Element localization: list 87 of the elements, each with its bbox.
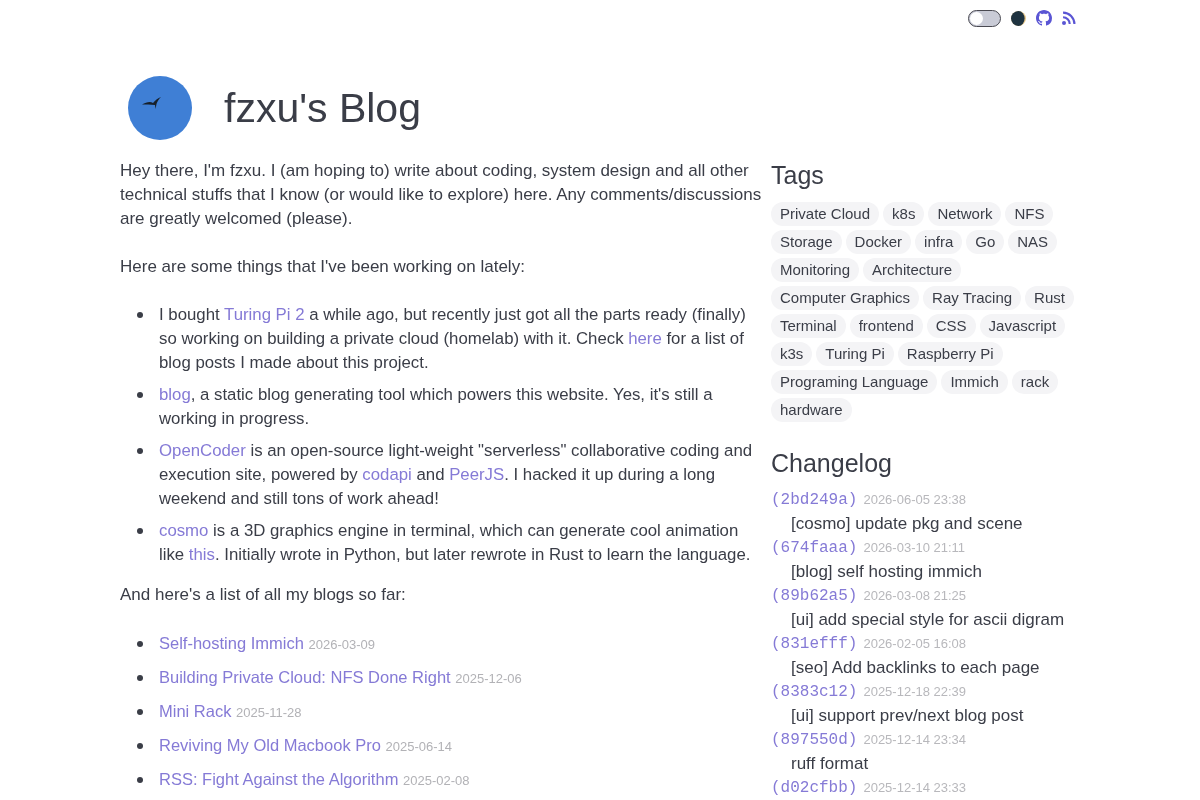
tag-link[interactable]: infra <box>915 230 963 254</box>
project-link[interactable]: cosmo <box>159 521 209 540</box>
tag-link[interactable]: Turing Pi <box>816 342 894 366</box>
commit-message: ruff format <box>790 753 870 775</box>
tag-link[interactable]: Raspberry Pi <box>897 342 1003 366</box>
blog-post-link[interactable]: Reviving My Old Macbook Pro <box>159 736 381 754</box>
tag-link[interactable]: NAS <box>1008 230 1058 254</box>
bird-avatar <box>128 76 192 140</box>
tag-link[interactable]: Docker <box>845 230 912 254</box>
bullet-icon <box>137 742 143 749</box>
commit-date: 2026-06-05 23:38 <box>863 491 967 509</box>
commit-date: 2025-12-18 22:39 <box>863 683 967 701</box>
github-icon[interactable] <box>1036 10 1052 26</box>
blog-post-link[interactable]: Self-hosting Immich <box>159 634 304 652</box>
project-link[interactable]: this <box>188 545 215 564</box>
projects-heading: Here are some things that I've been working on lately: <box>120 256 526 278</box>
commit-link[interactable]: (d02cfbb) <box>771 776 858 800</box>
tag-link[interactable]: Private Cloud <box>771 202 880 226</box>
post-date: 2025-11-28 <box>236 705 302 720</box>
tag-link[interactable]: Go <box>966 230 1005 254</box>
post-date: 2026-03-09 <box>308 637 375 652</box>
bullet-icon <box>137 708 143 715</box>
project-link[interactable]: codapi <box>362 465 412 484</box>
commit-date: 2026-03-08 21:25 <box>863 587 967 605</box>
tag-link[interactable]: Programing Language <box>771 370 938 394</box>
commit-date: 2026-03-10 21:11 <box>863 539 966 557</box>
bullet-icon <box>137 448 143 454</box>
intro-paragraph: Hey there, I'm fzxu. I (am hoping to) write about coding, system design and all other technical stuffs that I know (or would like to explore) here. Any comments/discussions are greatly welcomed (please). <box>120 160 763 230</box>
tag-link[interactable]: hardware <box>771 398 852 422</box>
tag-link[interactable]: Monitoring <box>771 258 860 282</box>
bullet-icon <box>137 312 143 318</box>
project-description: OpenCoder is an open-source light-weight "serverless" collaborative coding and execution site, powered by codapi and PeerJS. I hacked it up during a long weekend and still tons of work ahead! <box>159 440 754 510</box>
tag-link[interactable]: Ray Tracing <box>923 286 1022 310</box>
blog-post-link[interactable]: Mini Rack <box>159 702 232 720</box>
project-link[interactable]: blog <box>159 385 191 404</box>
commit-date: 2025-12-14 23:33 <box>863 779 967 797</box>
rss-icon[interactable] <box>1062 11 1076 25</box>
tag-link[interactable]: rack <box>1011 370 1059 394</box>
project-link[interactable]: here <box>628 329 662 348</box>
commit-date: 2025-12-14 23:34 <box>863 731 967 749</box>
bullet-icon <box>137 392 143 398</box>
project-description: cosmo is a 3D graphics engine in terminal, which can generate cool animation like this. Initially wrote in Python, but later rewrote in Rust to learn the language. <box>159 520 752 566</box>
commit-link[interactable]: (897550d) <box>771 728 858 752</box>
tag-link[interactable]: Rust <box>1025 286 1074 310</box>
commit-link[interactable]: (89b62a5) <box>771 584 858 608</box>
tag-link[interactable]: Storage <box>771 230 842 254</box>
bullet-icon <box>137 528 143 534</box>
project-description: I bought Turing Pi 2 a while ago, but recently just got all the parts ready (finally) so working on building a private cloud (homelab) with it. Check here for a list of blog posts I made about this project. <box>159 304 747 374</box>
changelog-heading: Changelog <box>771 448 893 479</box>
project-link[interactable]: Turing Pi 2 <box>224 305 305 324</box>
commit-link[interactable]: (674faaa) <box>771 536 858 560</box>
tag-link[interactable]: k8s <box>883 202 925 226</box>
tag-link[interactable]: Terminal <box>771 314 846 338</box>
commit-message: [blog] self hosting immich <box>790 561 983 583</box>
tag-link[interactable]: Network <box>928 202 1002 226</box>
bullet-icon <box>137 776 143 783</box>
commit-link[interactable]: (2bd249a) <box>771 488 858 512</box>
project-link[interactable]: PeerJS <box>449 465 505 484</box>
tag-link[interactable]: k3s <box>771 342 813 366</box>
tag-link[interactable]: Computer Graphics <box>771 286 920 310</box>
theme-toggle[interactable] <box>968 9 1001 27</box>
tag-link[interactable]: CSS <box>926 314 976 338</box>
tag-link[interactable]: Architecture <box>863 258 962 282</box>
commit-message: [ui] add special style for ascii digram <box>790 609 1066 631</box>
post-date: 2025-12-06 <box>455 671 522 686</box>
commit-message: [cosmo] update pkg and scene <box>790 513 1024 535</box>
moon-icon <box>1011 10 1026 26</box>
bullet-icon <box>137 674 143 681</box>
tag-link[interactable]: frontend <box>849 314 923 338</box>
commit-date: 2026-02-05 16:08 <box>863 635 967 653</box>
commit-link[interactable]: (831efff) <box>771 632 858 656</box>
project-description: blog, a static blog generating tool which powers this website. Yes, it's still a working in progress. <box>159 384 714 430</box>
tags-heading: Tags <box>771 160 825 191</box>
post-date: 2025-06-14 <box>385 739 452 754</box>
bullet-icon <box>137 640 143 647</box>
project-link[interactable]: OpenCoder <box>159 441 246 460</box>
commit-link[interactable]: (8383c12) <box>771 680 858 704</box>
posts-heading: And here's a list of all my blogs so far: <box>120 584 407 606</box>
tag-link[interactable]: Immich <box>941 370 1008 394</box>
commit-message: [ui] support prev/next blog post <box>790 705 1025 727</box>
blog-post-link[interactable]: RSS: Fight Against the Algorithm <box>159 770 399 788</box>
tag-link[interactable]: Javascript <box>979 314 1066 338</box>
post-date: 2025-02-08 <box>402 773 470 788</box>
tag-link[interactable]: NFS <box>1005 202 1054 226</box>
commit-message: [seo] Add backlinks to each page <box>790 657 1041 679</box>
blog-title: fzxu's Blog <box>224 84 421 133</box>
blog-post-link[interactable]: Building Private Cloud: NFS Done Right <box>159 668 451 686</box>
